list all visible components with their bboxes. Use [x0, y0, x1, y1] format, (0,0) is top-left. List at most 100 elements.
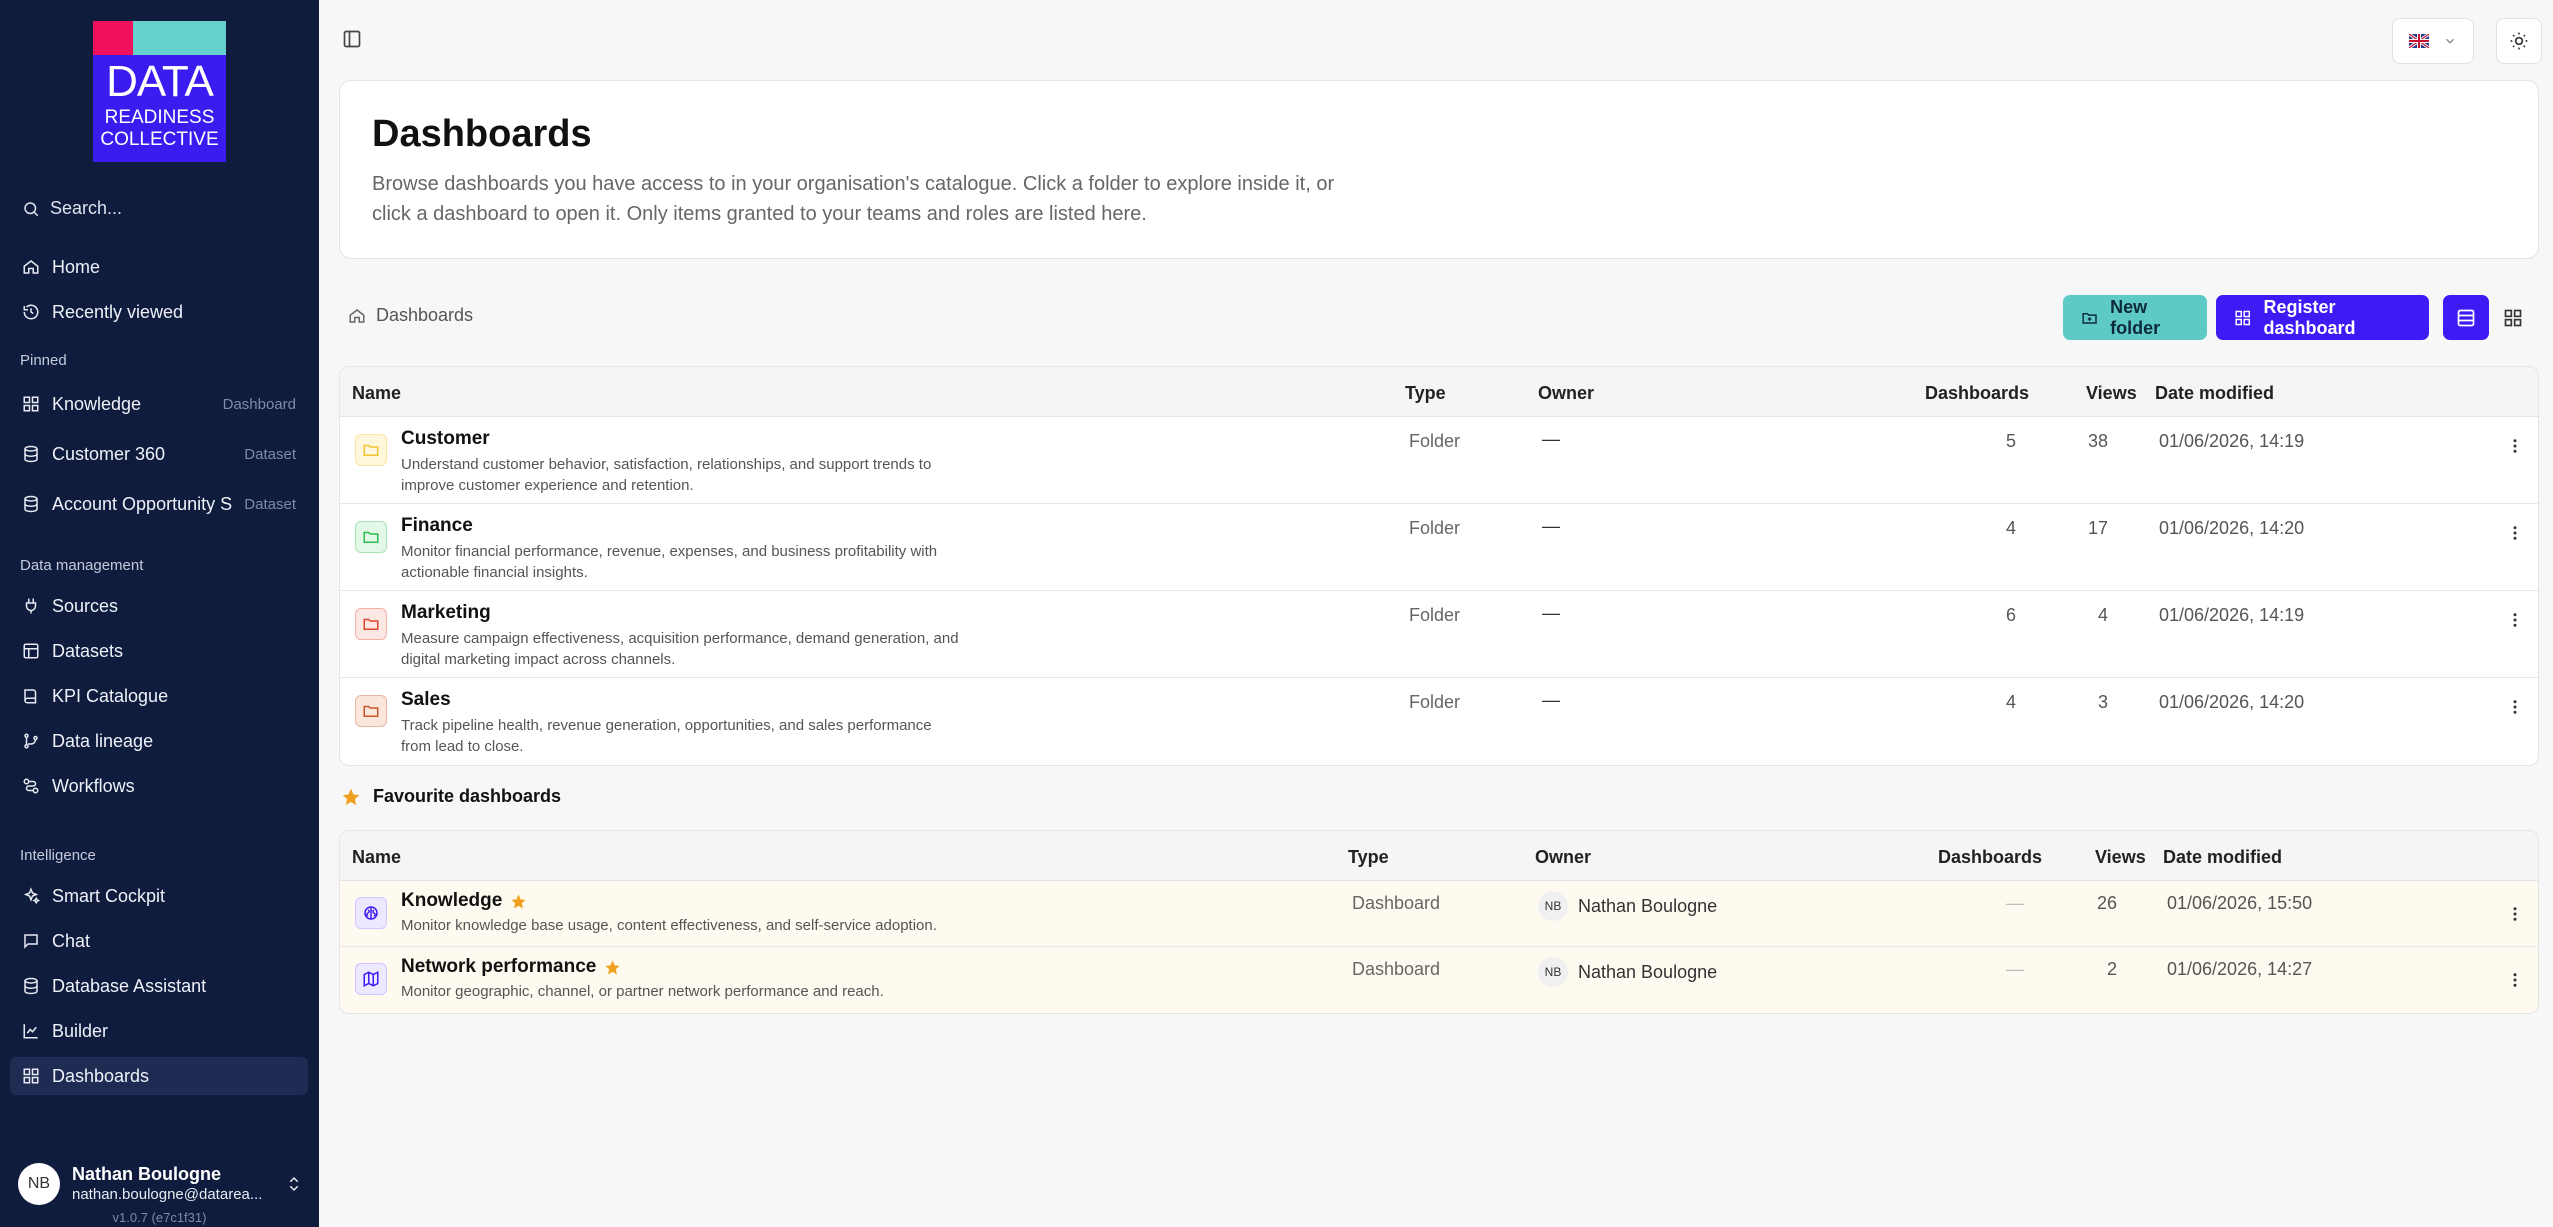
sidebar-toggle-button[interactable]: [342, 29, 362, 49]
search-icon: [24, 201, 39, 216]
brand-logo[interactable]: DATA READINESS COLLECTIVE: [93, 21, 226, 162]
breadcrumb-current: Dashboards: [376, 305, 474, 325]
map-icon: [363, 971, 379, 987]
row-type: Folder: [1409, 605, 1461, 625]
language-select[interactable]: [2392, 18, 2474, 64]
favourites-table: Name Type Owner Dashboards Views Date mo…: [339, 830, 2539, 1014]
logo-teal-block: [133, 21, 226, 55]
avatar: NB: [18, 1163, 60, 1205]
col-views[interactable]: Views: [2095, 847, 2146, 868]
logo-line-1: DATA: [106, 57, 214, 106]
row-name[interactable]: Finance: [401, 515, 473, 537]
folder-plus-icon: [2082, 312, 2097, 324]
col-dashboards[interactable]: Dashboards: [1925, 383, 2029, 404]
user-menu[interactable]: NB Nathan Boulogne nathan.boulogne@datar…: [18, 1162, 303, 1206]
table-header: Name Type Owner Dashboards Views Date mo…: [340, 831, 2538, 881]
table-row[interactable]: Finance Monitor financial performance, r…: [340, 504, 2538, 591]
user-name: Nathan Boulogne: [72, 1164, 221, 1184]
new-folder-label: New folder: [2110, 296, 2161, 338]
list-view-button[interactable]: [2443, 295, 2489, 340]
col-type[interactable]: Type: [1405, 383, 1446, 404]
sidebar-search[interactable]: Search...: [22, 198, 122, 219]
col-owner[interactable]: Owner: [1538, 383, 1594, 404]
sidebar-item-builder[interactable]: Builder: [10, 1012, 308, 1050]
row-more-button[interactable]: [2506, 698, 2524, 716]
breadcrumb[interactable]: Dashboards: [348, 305, 473, 326]
sidebar-item-label: Builder: [52, 1020, 109, 1041]
star-icon[interactable]: [604, 959, 621, 976]
col-name[interactable]: Name: [352, 383, 401, 404]
table-row[interactable]: Network performance Monitor geographic, …: [340, 947, 2538, 1013]
row-more-button[interactable]: [2506, 905, 2524, 923]
col-type[interactable]: Type: [1348, 847, 1389, 868]
row-views-count: 38: [2087, 431, 2108, 451]
star-icon[interactable]: [510, 893, 527, 910]
row-views-count: 4: [2097, 605, 2108, 625]
sidebar-item-dashboards[interactable]: Dashboards: [10, 1057, 308, 1095]
sidebar-item-data-lineage[interactable]: Data lineage: [10, 722, 308, 760]
table-row[interactable]: Marketing Measure campaign effectiveness…: [340, 591, 2538, 678]
row-owner: —: [1542, 690, 1560, 710]
row-date-modified: 01/06/2026, 14:20: [2159, 692, 2305, 712]
sidebar-item-workflows[interactable]: Workflows: [10, 767, 308, 805]
logo-pink-block: [93, 21, 133, 55]
sidebar-item-customer-360[interactable]: Customer 360 Dataset: [10, 435, 308, 473]
row-more-button[interactable]: [2506, 971, 2524, 989]
row-more-button[interactable]: [2506, 611, 2524, 629]
sidebar-item-knowledge[interactable]: Knowledge Dashboard: [10, 385, 308, 423]
row-more-button[interactable]: [2506, 437, 2524, 455]
row-name[interactable]: Knowledge: [401, 890, 527, 912]
page-description: Browse dashboards you have access to in …: [372, 173, 1335, 225]
section-label-pinned: Pinned: [20, 352, 67, 369]
grid-view-button[interactable]: [2490, 295, 2536, 340]
folders-table: Name Type Owner Dashboards Views Date mo…: [339, 366, 2539, 766]
sidebar-item-chat[interactable]: Chat: [10, 922, 308, 960]
chevron-down-icon: [2446, 38, 2454, 44]
app-version: v1.0.7 (e7c1f31): [112, 1210, 207, 1225]
sidebar-item-kpi-catalogue[interactable]: KPI Catalogue: [10, 677, 308, 715]
more-vertical-icon: [2513, 907, 2517, 921]
home-icon: [23, 260, 39, 274]
table-row[interactable]: Customer Understand customer behavior, s…: [340, 417, 2538, 504]
owner-name: Nathan Boulogne: [1578, 895, 1718, 916]
row-description: Monitor geographic, channel, or partner …: [401, 983, 884, 1000]
row-views-count: 26: [2096, 893, 2117, 913]
history-icon: [23, 304, 39, 320]
col-views[interactable]: Views: [2086, 383, 2137, 404]
row-name[interactable]: Marketing: [401, 602, 491, 624]
more-vertical-icon: [2513, 613, 2517, 627]
sidebar-item-recently-viewed[interactable]: Recently viewed: [10, 293, 308, 331]
col-date-modified[interactable]: Date modified: [2155, 383, 2274, 404]
grid-view-icon: [2504, 309, 2522, 326]
row-date-modified: 01/06/2026, 14:19: [2159, 431, 2305, 451]
user-email: nathan.boulogne@datarea...: [72, 1186, 263, 1203]
table-row[interactable]: Knowledge Monitor knowledge base usage, …: [340, 881, 2538, 947]
row-name[interactable]: Sales: [401, 689, 451, 711]
sidebar-item-datasets[interactable]: Datasets: [10, 632, 308, 670]
row-more-button[interactable]: [2506, 524, 2524, 542]
more-vertical-icon: [2513, 973, 2517, 987]
sidebar-item-home[interactable]: Home: [10, 248, 308, 286]
dashboard-icon: [2235, 310, 2250, 325]
col-dashboards[interactable]: Dashboards: [1938, 847, 2042, 868]
sidebar-item-database-assistant[interactable]: Database Assistant: [10, 967, 308, 1005]
register-dashboard-button[interactable]: Register dashboard: [2216, 295, 2429, 340]
row-owner: —: [1542, 603, 1560, 623]
row-views-count: 2: [2106, 959, 2117, 979]
sidebar-item-label: Datasets: [52, 640, 124, 661]
sidebar-item-smart-cockpit[interactable]: Smart Cockpit: [10, 877, 308, 915]
home-icon: [349, 308, 365, 323]
new-folder-button[interactable]: New folder: [2063, 295, 2207, 340]
col-name[interactable]: Name: [352, 847, 401, 868]
row-name[interactable]: Network performance: [401, 956, 621, 978]
theme-toggle-button[interactable]: [2496, 18, 2542, 64]
section-label-data-management: Data management: [20, 557, 144, 574]
row-name[interactable]: Customer: [401, 428, 490, 450]
col-owner[interactable]: Owner: [1535, 847, 1591, 868]
table-row[interactable]: Sales Track pipeline health, revenue gen…: [340, 678, 2538, 765]
col-date-modified[interactable]: Date modified: [2163, 847, 2282, 868]
sidebar-item-account-opportunity[interactable]: Account Opportunity S... Dataset: [10, 485, 308, 523]
row-dashboards-count: 4: [2005, 692, 2016, 712]
folder-icon-box: [355, 521, 387, 553]
sidebar-item-sources[interactable]: Sources: [10, 587, 308, 625]
